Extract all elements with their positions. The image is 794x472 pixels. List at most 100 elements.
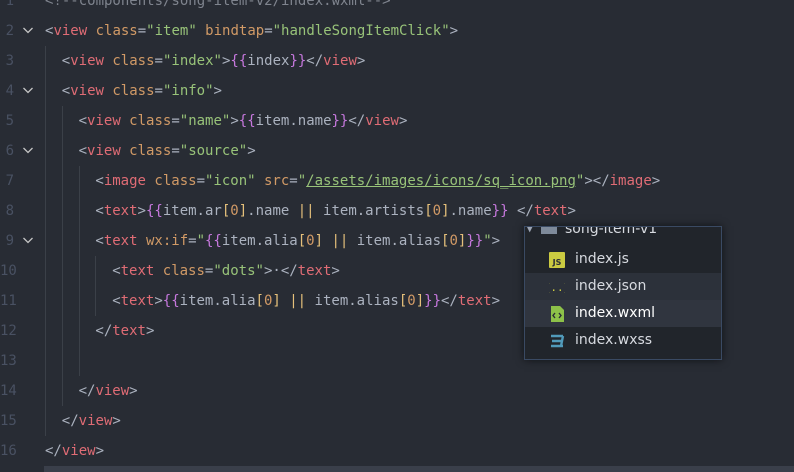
code-token: item.name	[255, 113, 332, 129]
code-text: <text class="dots">·</text>	[112, 256, 340, 286]
code-token: >	[651, 173, 661, 189]
code-line[interactable]: 7 <image class="icon" src="/assets/images…	[0, 166, 794, 196]
code-token: >	[112, 413, 121, 429]
indent-guide	[45, 286, 46, 316]
fold-chevron-icon[interactable]	[22, 234, 34, 246]
indent-guide	[45, 346, 46, 376]
indent-guide	[61, 196, 63, 226]
code-text: <view class="index">{{index}}</view>	[62, 46, 366, 76]
code-token: >	[137, 203, 146, 219]
code-token: [	[255, 293, 264, 309]
code-token: view	[78, 413, 113, 429]
code-token: >	[449, 23, 459, 39]
line-number: 1	[5, 0, 14, 9]
fold-chevron-icon[interactable]	[22, 144, 34, 156]
code-token: =	[154, 83, 163, 99]
indent-guide	[61, 316, 63, 346]
code-token: >	[230, 113, 239, 129]
indent-guide	[95, 256, 97, 286]
code-line[interactable]: 2 <view class="item" bindtap="handleSongI…	[0, 16, 794, 46]
code-token: }}	[466, 233, 484, 249]
code-token: <	[112, 293, 121, 309]
code-token: image	[103, 173, 146, 189]
code-token: src	[255, 173, 290, 189]
code-token: view	[87, 143, 121, 159]
code-token: 0	[230, 203, 239, 219]
indent-guide	[45, 76, 46, 106]
code-token: "handleSongItemClick"	[272, 23, 450, 39]
code-token: }}	[289, 53, 307, 69]
indent-guide	[45, 136, 46, 166]
indent-guide	[61, 256, 63, 286]
indent-guide	[78, 316, 80, 346]
code-token: </	[78, 383, 96, 399]
code-token: [	[424, 203, 433, 219]
code-line[interactable]: 5 <view class="name">{{item.name}}</view>	[0, 106, 794, 136]
code-token: 0	[449, 233, 458, 249]
code-token: <!--components/song-item-v2/index.wxml--…	[45, 0, 391, 9]
code-token: /assets/images/icons/sq_icon.png	[306, 173, 576, 189]
code-line[interactable]: 16 </view>	[0, 436, 794, 466]
code-token: }}	[331, 113, 349, 129]
code-line[interactable]: 8 <text>{{item.ar[0].name || item.artists…	[0, 196, 794, 226]
code-line[interactable]: 3 <view class="index">{{index}}</view>	[0, 46, 794, 76]
code-token: >	[584, 173, 593, 189]
line-number: 8	[5, 203, 14, 219]
code-token: >	[154, 293, 163, 309]
file-item-index-wxml[interactable]: index.wxml	[525, 300, 721, 327]
file-item-index-json[interactable]: {..} index.json	[525, 273, 721, 300]
code-token: =	[171, 143, 180, 159]
folder-row[interactable]: ▼ song-item-v1	[525, 227, 721, 239]
code-token: "	[483, 233, 492, 249]
code-line[interactable]: 15 </view>	[0, 406, 794, 436]
code-token: "item"	[146, 23, 197, 39]
fold-chevron-icon[interactable]	[22, 84, 34, 96]
code-token: >	[95, 443, 105, 459]
code-token: "	[297, 173, 307, 189]
code-text: <view class="source">	[79, 136, 256, 166]
code-token: item.alia	[221, 233, 298, 249]
code-token: =	[264, 23, 273, 39]
code-token: <	[95, 203, 104, 219]
code-text: </view>	[79, 376, 138, 406]
indent-guide	[78, 166, 80, 196]
indent-guide	[78, 256, 80, 286]
code-text: <image class="icon" src="/assets/images/…	[95, 166, 660, 196]
code-token: ||	[331, 233, 349, 249]
indent-guide	[45, 376, 46, 406]
line-number: 11	[0, 293, 17, 309]
file-drag-preview-popup: ▼ song-item-v1 JS index.js {..} index.js…	[524, 226, 722, 360]
code-line[interactable]: 1 <!--components/song-item-v2/index.wxml-…	[0, 0, 794, 16]
code-line[interactable]: 4 <view class="info">	[0, 76, 794, 106]
code-token: "icon"	[205, 173, 256, 189]
code-token: "	[196, 233, 205, 249]
code-token: >	[356, 53, 366, 69]
file-name: index.json	[575, 278, 647, 294]
code-token: class	[145, 173, 197, 189]
indent-guide	[45, 256, 46, 286]
horizontal-scrollbar[interactable]	[44, 466, 794, 472]
code-token: ||	[289, 293, 307, 309]
code-token: <	[95, 173, 104, 189]
fold-chevron-icon[interactable]	[22, 24, 34, 36]
indent-guide	[78, 286, 80, 316]
code-token: view	[53, 23, 88, 39]
file-item-index-js[interactable]: JS index.js	[525, 246, 721, 273]
code-line[interactable]: 14 </view>	[0, 376, 794, 406]
code-token: item.alias	[348, 233, 442, 249]
indent-guide	[95, 286, 97, 316]
js-file-icon: JS	[549, 252, 565, 268]
indent-guide	[78, 226, 80, 256]
code-token: "name"	[179, 113, 231, 129]
code-token: "dots"	[213, 263, 264, 279]
code-token: </	[61, 413, 79, 429]
code-token: </	[306, 53, 324, 69]
code-line[interactable]: 6 <view class="source">	[0, 136, 794, 166]
indent-guide	[45, 196, 46, 226]
code-token: =	[171, 113, 180, 129]
code-token: text	[533, 203, 568, 219]
file-item-index-wxss[interactable]: index.wxss	[525, 327, 721, 354]
code-token: <	[61, 53, 71, 69]
code-token: =	[137, 23, 147, 39]
code-text: <text>{{item.alia[0] || item.alias[0]}}<…	[112, 286, 500, 316]
